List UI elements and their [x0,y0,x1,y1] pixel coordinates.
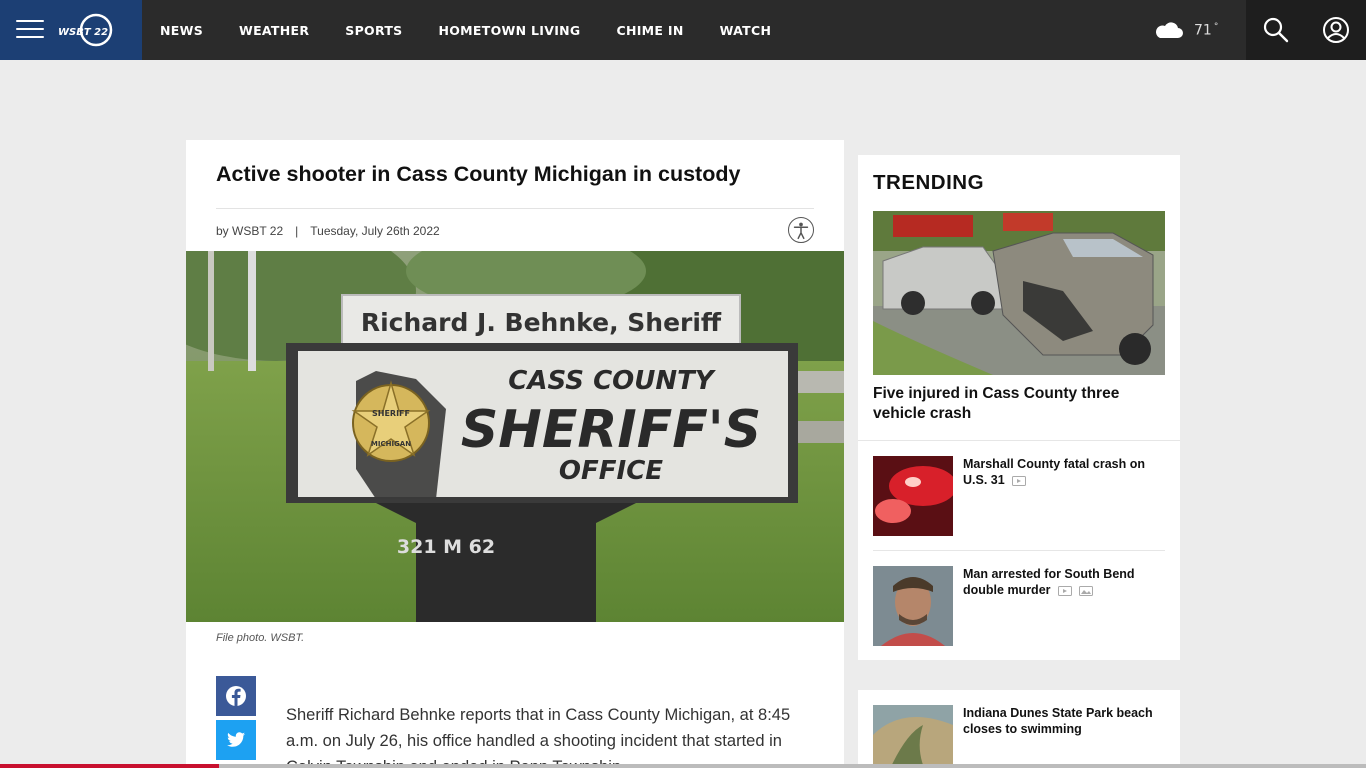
accessibility-icon[interactable] [788,217,814,243]
trending-item-title: Indiana Dunes State Park beach closes to… [963,706,1153,736]
byline-date: Tuesday, July 26th 2022 [310,224,440,238]
trending-heading: TRENDING [873,171,985,194]
byline-separator: | [295,224,299,238]
hero-image: Richard J. Behnke, Sheriff SHERIFF MICHI… [186,251,844,622]
sign-line-2: SHERIFF'S [461,400,761,460]
sign-line-1: CASS COUNTY [508,366,717,396]
trending-lead-title[interactable]: Five injured in Cass County three vehicl… [873,384,1163,424]
trending-divider [858,440,1180,441]
sign-top-text: Richard J. Behnke, Sheriff [361,308,722,337]
account-icon[interactable] [1320,14,1352,46]
trending-item-title: Marshall County fatal crash on U.S. 31 [963,457,1145,487]
trending-item[interactable]: Marshall County fatal crash on U.S. 31 [873,456,1165,536]
search-icon[interactable] [1260,14,1292,46]
header-actions [1246,0,1366,60]
facebook-share-icon[interactable] [216,676,256,716]
sign-address: 321 M 62 [397,536,495,558]
byline-author: by WSBT 22 [216,224,284,238]
image-caption: File photo. WSBT. [216,632,305,644]
cloud-icon [1156,22,1183,38]
trending-item-thumbnail [873,705,953,768]
nav-chime-in[interactable]: CHIME IN [616,23,683,38]
trending-item-thumbnail [873,456,953,536]
hamburger-menu-button[interactable] [16,20,44,40]
trending-item-thumbnail [873,566,953,646]
main-nav: NEWS WEATHER SPORTS HOMETOWN LIVING CHIM… [142,0,789,60]
nav-sports[interactable]: SPORTS [345,23,402,38]
temperature-value: 71 ° [1194,21,1219,39]
article-byline: by WSBT 22 | Tuesday, July 26th 2022 [216,224,440,238]
twitter-share-icon[interactable] [216,720,256,760]
trending-lead-image[interactable] [873,211,1165,375]
trending-item[interactable]: Indiana Dunes State Park beach closes to… [873,705,1165,768]
brand-area: WSBT 22 [0,0,142,60]
nav-watch[interactable]: WATCH [720,23,772,38]
wsbt-logo[interactable]: WSBT 22 [58,12,114,48]
top-navigation-bar: WSBT 22 NEWS WEATHER SPORTS HOMETOWN LIV… [0,0,1366,60]
article-body: Sheriff Richard Behnke reports that in C… [286,706,791,768]
trending-panel: TRENDING Five injured in Cass County thr… [858,155,1180,660]
nav-news[interactable]: NEWS [160,23,203,38]
badge-top-text: SHERIFF [372,409,410,418]
reading-progress-fill [0,764,219,768]
trending-panel-continued: Indiana Dunes State Park beach closes to… [858,690,1180,768]
trending-item-title: Man arrested for South Bend double murde… [963,567,1135,597]
headline-divider [216,208,814,209]
trending-item[interactable]: Man arrested for South Bend double murde… [873,566,1165,646]
gallery-icon [1079,585,1094,596]
badge-bottom-text: MICHIGAN [371,440,411,448]
reading-progress-bar [0,764,1366,768]
video-icon [1012,475,1027,486]
sign-line-3: OFFICE [559,456,663,486]
weather-widget[interactable]: 71 ° [1152,16,1218,44]
nav-hometown-living[interactable]: HOMETOWN LIVING [438,23,580,38]
article-card: Active shooter in Cass County Michigan i… [186,140,844,768]
article-headline: Active shooter in Cass County Michigan i… [216,162,741,186]
nav-weather[interactable]: WEATHER [239,23,309,38]
video-icon [1058,585,1072,596]
trending-item-divider [873,550,1165,551]
